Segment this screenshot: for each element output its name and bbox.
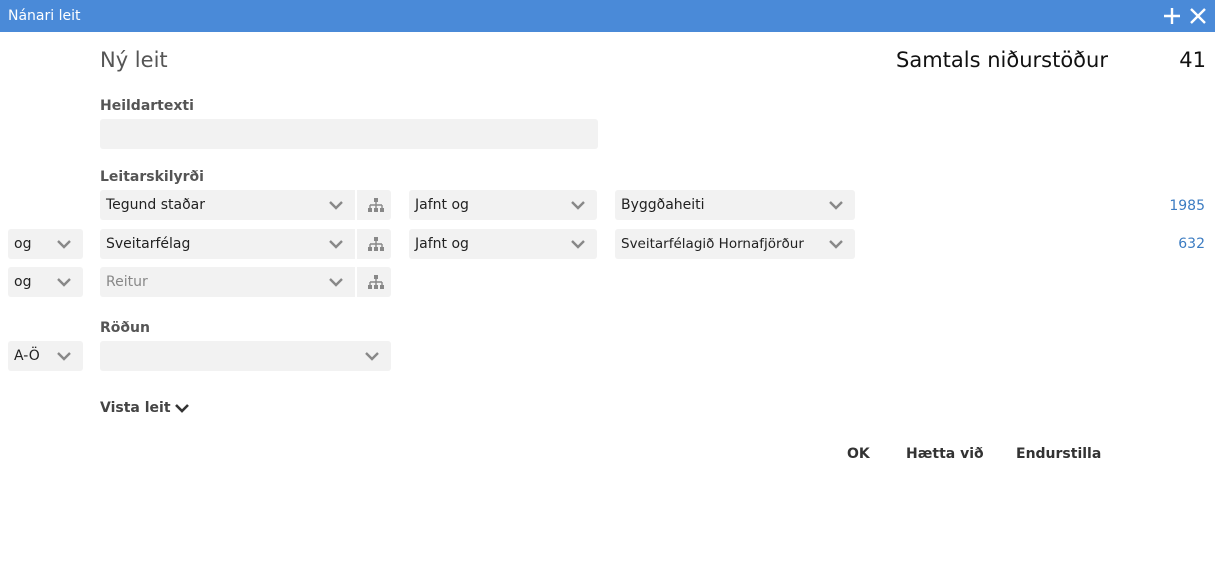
save-search-toggle[interactable]: Vista leit [100, 400, 189, 416]
condition-2-count[interactable]: 632 [1145, 236, 1205, 252]
chevron-down-icon [571, 240, 585, 249]
save-search-label: Vista leit [100, 400, 171, 416]
ok-button[interactable]: OK [847, 446, 870, 462]
reset-button[interactable]: Endurstilla [1016, 446, 1101, 462]
chevron-down-icon [829, 240, 843, 249]
condition-2-connector-select[interactable]: og [8, 229, 83, 259]
hierarchy-icon[interactable] [355, 229, 391, 259]
chevron-down-icon [57, 278, 71, 287]
plus-icon[interactable] [1162, 6, 1182, 26]
chevron-down-icon [329, 201, 343, 210]
condition-1-value-select[interactable]: Byggðaheiti [615, 190, 855, 220]
page-title: Ný leit [100, 48, 168, 72]
condition-2-value: Sveitarfélagið Hornafjörður [621, 236, 804, 252]
window-title: Nánari leit [8, 8, 81, 24]
condition-2-field-value: Sveitarfélag [106, 236, 191, 252]
condition-3-connector-value: og [14, 274, 32, 290]
sort-field-select[interactable] [100, 341, 391, 371]
condition-1-operator-select[interactable]: Jafnt og [409, 190, 597, 220]
chevron-down-icon [329, 240, 343, 249]
condition-1-field-value: Tegund staðar [106, 197, 206, 213]
condition-2-connector-value: og [14, 236, 32, 252]
chevron-down-icon [57, 352, 71, 361]
fulltext-input[interactable] [100, 119, 598, 149]
condition-1-field-select[interactable]: Tegund staðar [100, 190, 391, 220]
condition-3-field-placeholder: Reitur [106, 274, 148, 290]
condition-2-field-select[interactable]: Sveitarfélag [100, 229, 391, 259]
condition-3-connector-select[interactable]: og [8, 267, 83, 297]
condition-2-operator-select[interactable]: Jafnt og [409, 229, 597, 259]
chevron-down-icon [329, 278, 343, 287]
condition-2-value-select[interactable]: Sveitarfélagið Hornafjörður [615, 229, 855, 259]
condition-1-value: Byggðaheiti [621, 197, 705, 213]
sort-direction-select[interactable]: A-Ö [8, 341, 83, 371]
cancel-button[interactable]: Hætta við [906, 446, 984, 462]
chevron-down-icon [57, 240, 71, 249]
chevron-down-icon [829, 201, 843, 210]
hierarchy-icon[interactable] [355, 267, 391, 297]
total-results-label: Samtals niðurstöður [896, 48, 1108, 72]
chevron-down-icon [174, 404, 189, 413]
total-results-value: 41 [1179, 48, 1206, 72]
condition-2-operator-value: Jafnt og [415, 236, 469, 252]
condition-1-operator-value: Jafnt og [415, 197, 469, 213]
sort-label: Röðun [100, 320, 150, 336]
sort-direction-value: A-Ö [14, 348, 40, 364]
hierarchy-icon[interactable] [355, 190, 391, 220]
conditions-label: Leitarskilyrði [100, 169, 204, 185]
chevron-down-icon [365, 352, 379, 361]
condition-1-count[interactable]: 1985 [1145, 198, 1205, 214]
window-titlebar: Nánari leit [0, 0, 1215, 32]
close-icon[interactable] [1188, 6, 1208, 26]
fulltext-label: Heildartexti [100, 98, 194, 114]
condition-3-field-select[interactable]: Reitur [100, 267, 391, 297]
chevron-down-icon [571, 201, 585, 210]
